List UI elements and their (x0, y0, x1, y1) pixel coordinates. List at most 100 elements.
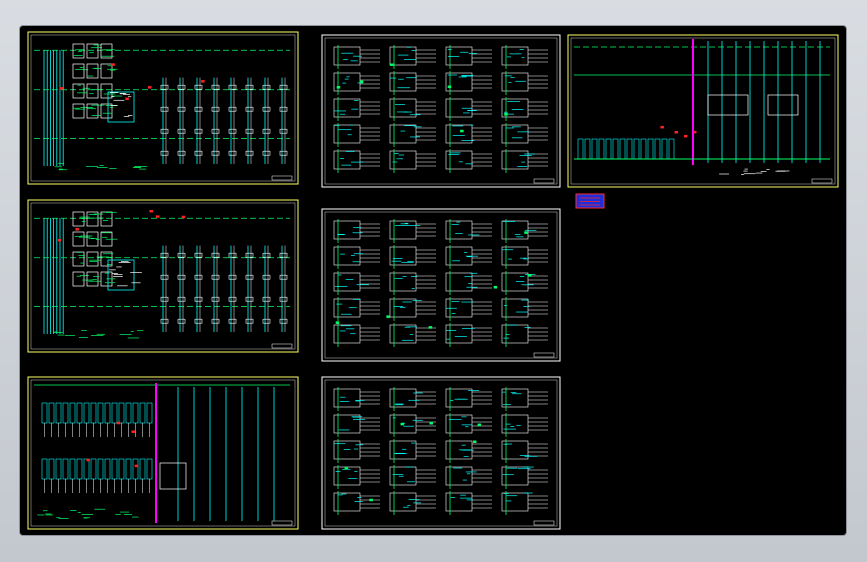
device-symbol (177, 128, 186, 134)
sheet-border (27, 376, 299, 530)
breaker-symbol (41, 402, 48, 424)
tag-mark (59, 87, 63, 90)
device-symbol (211, 296, 220, 302)
module-block (72, 251, 85, 267)
breaker-symbol (97, 402, 104, 424)
device-symbol (160, 318, 169, 324)
tag-mark (660, 125, 664, 129)
device-symbol (194, 318, 203, 324)
device-symbol (279, 318, 288, 324)
drawing-viewport[interactable] (20, 26, 846, 535)
panel-block (707, 94, 749, 116)
device-symbol (194, 106, 203, 112)
breaker-symbol (132, 402, 139, 424)
breaker-symbol (111, 402, 118, 424)
breaker-symbol (584, 138, 591, 160)
sheet-7 (567, 34, 839, 188)
tag-mark (86, 458, 90, 462)
module-block (86, 231, 99, 247)
device-symbol (262, 318, 271, 324)
device-symbol (245, 128, 254, 134)
breaker-symbol (62, 458, 69, 480)
breaker-symbol (48, 458, 55, 480)
breaker-symbol (118, 402, 125, 424)
device-symbol (279, 84, 288, 90)
sheet-inner-frame (570, 37, 836, 185)
device-symbol (211, 274, 220, 280)
sheet-5 (321, 208, 561, 362)
panel-block (767, 94, 799, 116)
breaker-symbol (76, 402, 83, 424)
tag-mark (125, 97, 129, 101)
device-symbol (211, 252, 220, 258)
marker (447, 85, 452, 89)
device-symbol (177, 106, 186, 112)
device-symbol (177, 296, 186, 302)
marker (344, 466, 349, 470)
device-symbol (228, 150, 237, 156)
sheet-4 (321, 34, 561, 188)
tag-mark (116, 421, 121, 425)
breaker-symbol (90, 402, 97, 424)
breaker-symbol (118, 458, 125, 480)
breaker-symbol (647, 138, 654, 160)
device-symbol (160, 150, 169, 156)
marker (428, 326, 433, 329)
module-block (86, 83, 99, 99)
device-symbol (228, 296, 237, 302)
breaker-symbol (146, 402, 153, 424)
device-symbol (160, 252, 169, 258)
device-symbol (194, 252, 203, 258)
module-block (86, 251, 99, 267)
marker (493, 286, 498, 289)
title-block (271, 520, 293, 526)
device-symbol (228, 274, 237, 280)
device-symbol (177, 274, 186, 280)
title-block (533, 520, 555, 526)
module-block (86, 43, 99, 59)
panel-block (159, 462, 187, 490)
device-symbol (279, 106, 288, 112)
marker (460, 129, 464, 133)
breaker-symbol (640, 138, 647, 160)
module-block (100, 103, 113, 119)
device-symbol (279, 296, 288, 302)
device-symbol (262, 128, 271, 134)
breaker-symbol (661, 138, 668, 160)
breaker-symbol (41, 458, 48, 480)
tag-mark (156, 215, 160, 218)
device-symbol (228, 252, 237, 258)
breaker-symbol (111, 458, 118, 480)
module-block (86, 103, 99, 119)
device-symbol (211, 128, 220, 134)
module-block (72, 271, 85, 287)
sheet-inner-frame (30, 379, 296, 527)
title-block (533, 178, 555, 184)
device-symbol (279, 252, 288, 258)
device-symbol (279, 150, 288, 156)
device-symbol (228, 128, 237, 134)
breaker-symbol (83, 458, 90, 480)
cad-drawing-canvas (27, 31, 839, 530)
legend-block (575, 193, 605, 209)
sheet-2 (27, 199, 299, 353)
device-symbol (245, 296, 254, 302)
breaker-symbol (626, 138, 633, 160)
marker (527, 274, 532, 277)
module-block (100, 251, 113, 267)
module-block (72, 83, 85, 99)
tag-mark (181, 215, 186, 219)
device-symbol (262, 274, 271, 280)
marker (386, 315, 390, 318)
device-symbol (245, 274, 254, 280)
tag-mark (149, 209, 153, 213)
breaker-symbol (132, 458, 139, 480)
breaker-symbol (633, 138, 640, 160)
breaker-symbol (654, 138, 661, 160)
device-symbol (160, 106, 169, 112)
marker (400, 422, 405, 426)
breaker-symbol (104, 458, 111, 480)
device-symbol (262, 296, 271, 302)
breaker-symbol (619, 138, 626, 160)
device-symbol (194, 296, 203, 302)
